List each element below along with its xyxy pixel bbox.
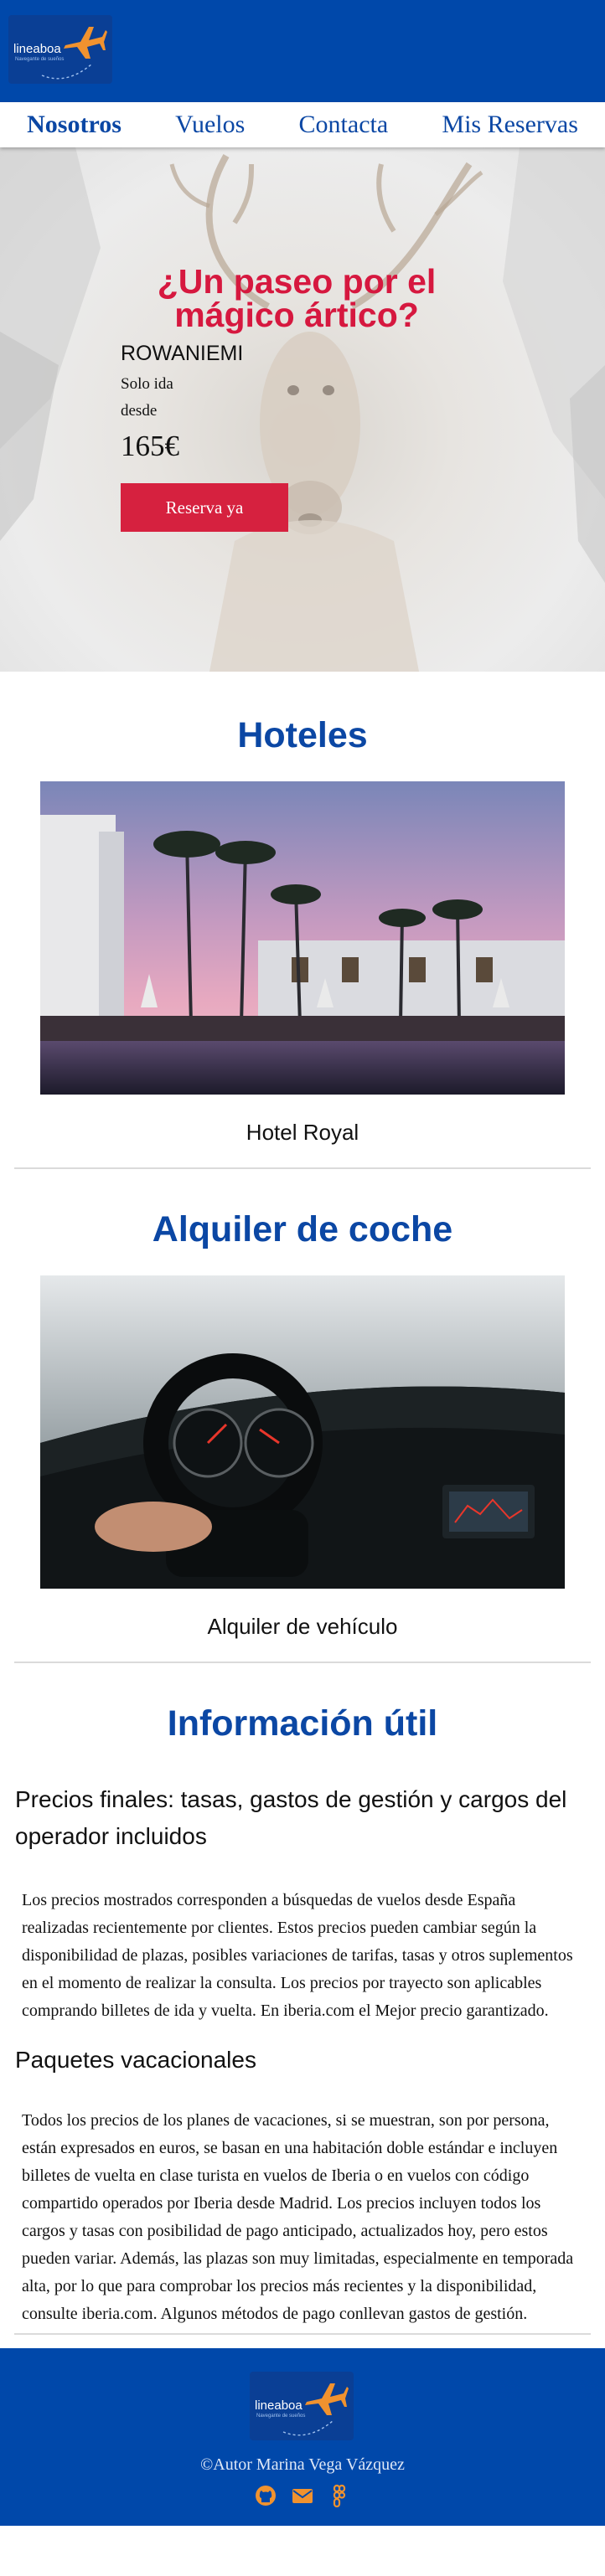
social-links	[0, 2484, 605, 2508]
flight-path-decoration	[41, 63, 93, 80]
car-caption: Alquiler de vehículo	[207, 1614, 398, 1639]
nav-item-vuelos[interactable]: Vuelos	[175, 111, 245, 139]
trip-type: Solo ida	[121, 375, 173, 393]
hotels-section: Hoteles Hotel Royal	[0, 715, 605, 1146]
nav-item-contacta[interactable]: Contacta	[299, 111, 389, 139]
main-nav: Nosotros Vuelos Contacta Mis Reservas	[0, 102, 605, 147]
hotels-title: Hoteles	[237, 715, 368, 755]
car-rental-section: Alquiler de coche Alquiler de vehículo	[0, 1209, 605, 1640]
destination-city: ROWANIEMI	[121, 342, 244, 365]
hero-banner: ¿Un paseo por el mágico ártico? ROWANIEM…	[0, 147, 605, 672]
site-header: lineaboa Navegante de sueños	[0, 0, 605, 102]
mail-icon[interactable]	[291, 2484, 314, 2507]
car-rental-title: Alquiler de coche	[152, 1209, 453, 1249]
price-from-label: desde	[121, 402, 158, 420]
nav-item-nosotros[interactable]: Nosotros	[27, 111, 122, 139]
hotel-photo	[40, 781, 565, 1095]
car-photo	[40, 1275, 565, 1589]
nav-item-mis-reservas[interactable]: Mis Reservas	[442, 111, 577, 139]
useful-info-title: Información útil	[167, 1703, 438, 1744]
section-divider	[14, 2333, 591, 2335]
section-divider	[14, 1167, 591, 1169]
info-heading-packages: Paquetes vacacionales	[15, 2047, 256, 2073]
footer-logo[interactable]: lineaboa Navegante de sueños	[250, 2372, 354, 2440]
hero-offer: ¿Un paseo por el mágico ártico? ROWANIEM…	[121, 265, 473, 532]
info-text-packages: Todos los precios de los planes de vacac…	[22, 2111, 574, 2323]
figma-icon[interactable]	[328, 2484, 351, 2508]
site-footer: lineaboa Navegante de sueños ©Autor Mari…	[0, 2348, 605, 2526]
info-heading-prices: Precios finales: tasas, gastos de gestió…	[15, 1786, 567, 1849]
book-now-button[interactable]: Reserva ya	[121, 483, 288, 532]
section-divider	[14, 1662, 591, 1663]
useful-info-section: Información útil Precios finales: tasas,…	[0, 1703, 605, 2335]
github-icon[interactable]	[254, 2484, 277, 2507]
info-text-prices: Los precios mostrados corresponden a bús…	[22, 1891, 573, 2020]
flight-path-decoration	[282, 2419, 334, 2436]
hotel-caption: Hotel Royal	[246, 1120, 359, 1145]
brand-logo[interactable]: lineaboa Navegante de sueños	[8, 15, 112, 84]
price: 165€	[121, 430, 179, 462]
hero-title: ¿Un paseo por el mágico ártico?	[157, 262, 437, 334]
copyright: ©Autor Marina Vega Vázquez	[200, 2455, 405, 2474]
